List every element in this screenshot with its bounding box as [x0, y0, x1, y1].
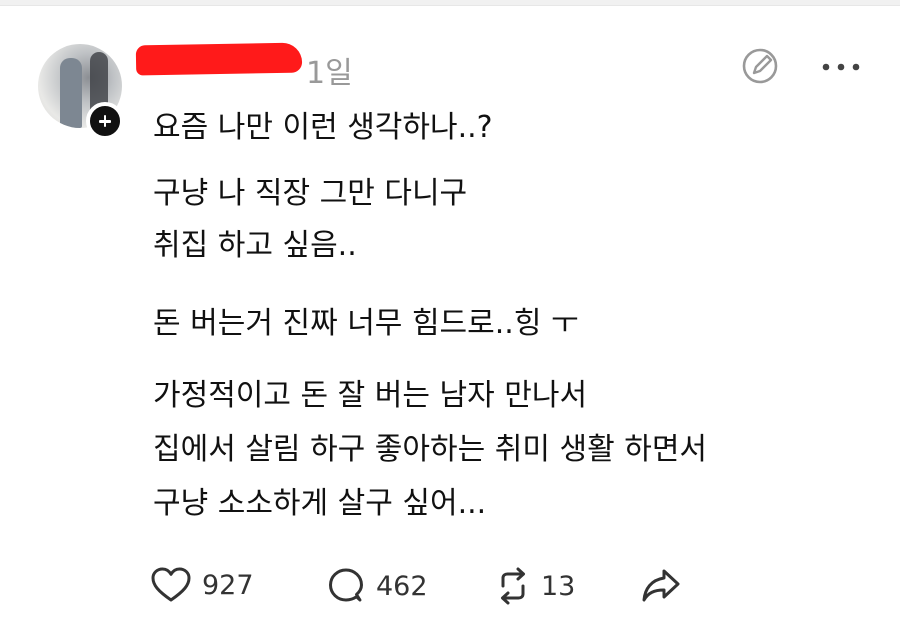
edit-icon[interactable] — [740, 46, 780, 86]
post-text-line: 요즘 나만 이런 생각하나..? — [153, 110, 493, 145]
heart-icon — [151, 567, 191, 602]
share-button[interactable] — [640, 566, 682, 604]
reply-button[interactable]: 462 — [326, 566, 428, 606]
post-timestamp: 1일 — [306, 56, 353, 91]
avatar-figure — [60, 58, 82, 128]
post-actions-bar: 927 462 13 — [0, 566, 900, 606]
repost-icon — [501, 567, 525, 605]
post-text-line: 집에서 살림 하구 좋아하는 취미 생활 하면서 — [153, 432, 708, 467]
more-icon[interactable] — [820, 60, 862, 74]
repost-count: 13 — [541, 570, 576, 602]
like-count: 927 — [202, 569, 254, 601]
share-icon — [642, 569, 680, 602]
post-text-line: 가정적이고 돈 잘 버는 남자 만나서 — [153, 378, 588, 413]
follow-plus-button[interactable] — [86, 102, 124, 140]
like-button[interactable]: 927 — [150, 566, 254, 604]
post-text-line: 돈 버는거 진짜 너무 힘드로..힝 ㅜ — [153, 306, 579, 341]
username-redaction — [135, 42, 303, 76]
post-text-line: 구냥 나 직장 그만 다니구 — [153, 176, 468, 211]
repost-button[interactable]: 13 — [495, 566, 575, 606]
post-text-line: 취집 하고 싶음.. — [153, 228, 357, 263]
reply-count: 462 — [376, 570, 428, 602]
top-divider — [0, 0, 900, 6]
post-text-line: 구냥 소소하게 살구 싶어... — [153, 486, 487, 521]
reply-icon — [329, 568, 363, 602]
